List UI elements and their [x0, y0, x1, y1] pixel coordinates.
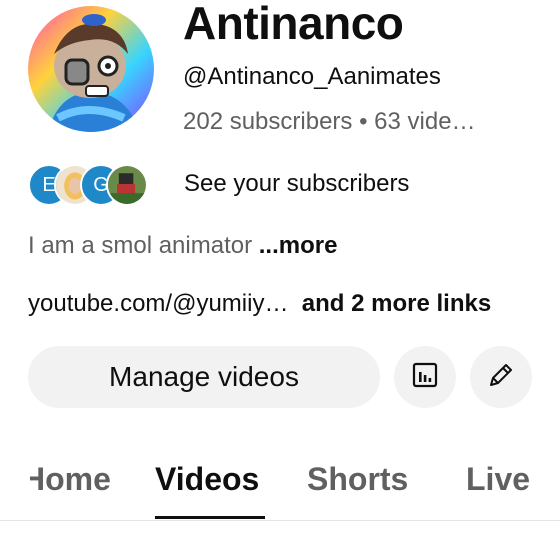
channel-links[interactable]: youtube.com/@yumiiy… and 2 more links [28, 290, 491, 318]
subscriber-avatar-game [106, 164, 148, 206]
channel-handle: @Antinanco_Aanimates [183, 63, 441, 90]
more-links[interactable]: and 2 more links [302, 290, 491, 317]
edit-channel-button[interactable] [470, 346, 532, 408]
analytics-icon [411, 361, 439, 394]
analytics-button[interactable] [394, 346, 456, 408]
channel-avatar[interactable] [28, 6, 154, 132]
description-more-link[interactable]: ...more [259, 232, 338, 259]
description-text: I am a smol animator [28, 232, 259, 259]
tab-home[interactable]: Home [30, 461, 111, 498]
see-subscribers-row[interactable]: E G See your subscribers [28, 163, 409, 207]
primary-link[interactable]: youtube.com/@yumiiy… [28, 290, 288, 317]
pencil-icon [486, 360, 516, 395]
channel-stats: 202 subscribers • 63 vide… [183, 108, 476, 135]
tab-live[interactable]: Live [466, 461, 530, 498]
tab-videos[interactable]: Videos [155, 461, 259, 498]
channel-name: Antinanco [183, 0, 404, 49]
tab-shorts[interactable]: Shorts [307, 461, 408, 498]
channel-tabs: Home Videos Shorts Live [0, 455, 560, 521]
see-subscribers-label: See your subscribers [184, 170, 410, 197]
manage-videos-button[interactable]: Manage videos [28, 346, 380, 408]
active-tab-indicator [155, 516, 265, 519]
channel-description[interactable]: I am a smol animator ...more [28, 232, 337, 260]
